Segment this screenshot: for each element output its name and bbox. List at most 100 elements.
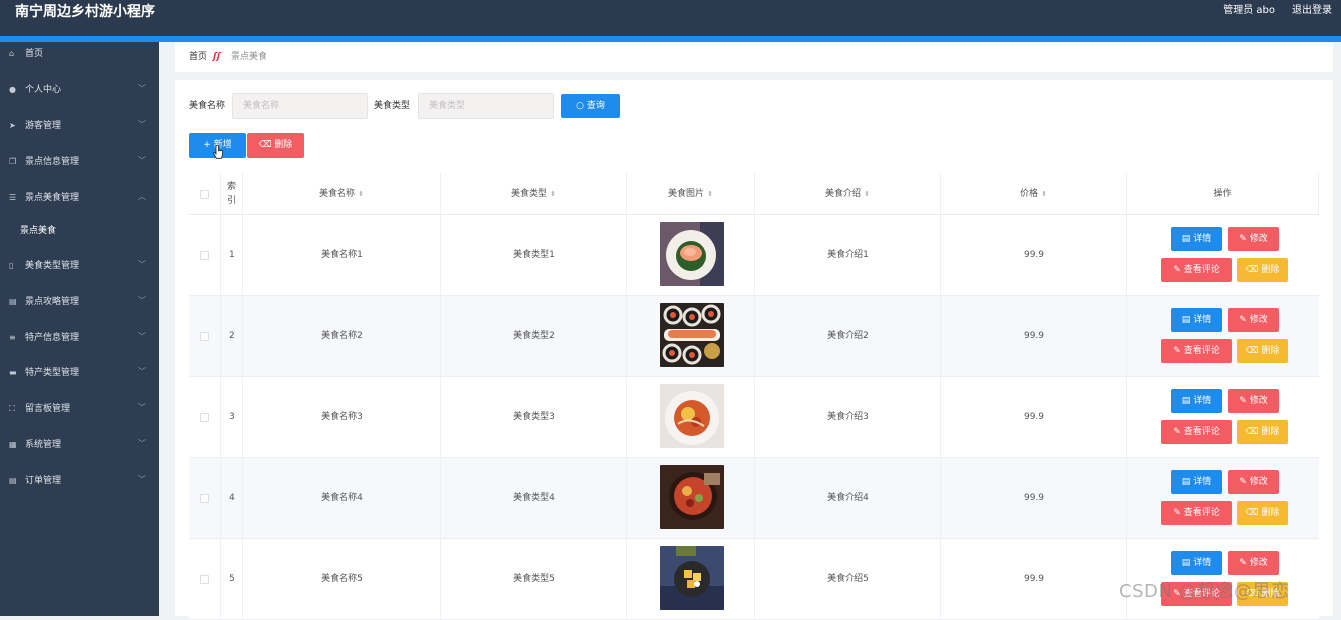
food-image[interactable] [660,546,724,610]
pencil-icon: ✎ [1239,477,1247,487]
food-image[interactable] [660,465,724,529]
price-cell: 99.9 [1023,250,1045,260]
table-row: 1 美食名称1 美食类型1 美食介绍1 99.9 ▤ 详情 ✎ 修改 ✎ 查看评论 ⌫ 删除 [189,215,1319,296]
sidebar-item-11[interactable]: ▤ 订单管理 ﹀ [0,470,159,492]
breadcrumb-home[interactable]: 首页 [189,43,207,72]
delete-button[interactable]: ⌫ 删除 [1237,501,1288,525]
column-food-name[interactable]: 美食名称 ⬍ [243,173,441,215]
chevron-down-icon: ﹀ [138,260,146,269]
list-icon: ≡ [9,333,16,342]
trash-icon: ⌫ [1245,346,1259,356]
column-food-image[interactable]: 美食图片 ⬍ [627,173,755,215]
sidebar-item-label: 留言板管理 [25,404,71,414]
food-type-cell: 美食类型3 [513,412,555,422]
detail-button[interactable]: ▤ 详情 [1171,308,1222,332]
batch-delete-button[interactable]: ⌫ 删除 [247,133,304,158]
pencil-icon: ✎ [1239,315,1247,325]
sidebar-item-1[interactable]: ● 个人中心 ﹀ [0,79,159,101]
sidebar-item-2[interactable]: ➤ 游客管理 ﹀ [0,115,159,137]
sidebar-item-0[interactable]: ⌂ 首页 [0,43,159,65]
view-comments-button-label: 查看评论 [1183,508,1220,518]
sidebar-item-6[interactable]: ▤ 景点攻略管理 ﹀ [0,291,159,313]
food-intro-cell: 美食介绍5 [827,574,869,584]
food-image[interactable] [660,222,724,286]
detail-button[interactable]: ▤ 详情 [1171,227,1222,251]
row-checkbox[interactable] [200,494,209,503]
sidebar-item-4[interactable]: ☰ 景点美食管理 ︿ [0,187,159,209]
row-checkbox[interactable] [200,251,209,260]
sidebar-item-5[interactable]: ▯ 美食类型管理 ﹀ [0,255,159,277]
row-checkbox[interactable] [200,413,209,422]
chevron-down-icon: ﹀ [138,367,146,376]
trash-icon: ⌫ [258,140,272,150]
view-comments-button[interactable]: ✎ 查看评论 [1161,501,1232,525]
row-checkbox[interactable] [200,575,209,584]
plus-icon: + [203,140,211,150]
detail-button[interactable]: ▤ 详情 [1171,470,1222,494]
detail-button-label: 详情 [1193,396,1212,406]
edit-button[interactable]: ✎ 修改 [1228,389,1279,413]
view-comments-button-label: 查看评论 [1183,427,1220,437]
breadcrumb: 首页 ʃʃ 景点美食 [175,43,1333,72]
chevron-down-icon: ﹀ [138,120,146,129]
edit-button[interactable]: ✎ 修改 [1228,551,1279,575]
delete-button[interactable]: ⌫ 删除 [1237,258,1288,282]
select-all-checkbox[interactable] [200,190,209,199]
delete-button-label: 删除 [1261,427,1280,437]
food-name-cell: 美食名称4 [321,493,363,503]
chevron-down-icon: ﹀ [138,84,146,93]
delete-button[interactable]: ⌫ 删除 [1237,420,1288,444]
column-price[interactable]: 价格 ⬍ [941,173,1127,215]
sidebar-item-label: 系统管理 [25,440,62,450]
detail-button[interactable]: ▤ 详情 [1171,551,1222,575]
food-type-cell: 美食类型1 [513,250,555,260]
row-checkbox[interactable] [200,332,209,341]
edit-button[interactable]: ✎ 修改 [1228,470,1279,494]
sort-icon: ⬍ [550,190,556,198]
sidebar-item-3[interactable]: ❐ 景点信息管理 ﹀ [0,151,159,173]
chevron-down-icon: ﹀ [138,439,146,448]
edit-button[interactable]: ✎ 修改 [1228,308,1279,332]
column-food-type[interactable]: 美食类型 ⬍ [441,173,627,215]
logout-link[interactable]: 退出登录 [1292,4,1332,18]
view-comments-button[interactable]: ✎ 查看评论 [1161,339,1232,363]
edit-button-label: 修改 [1249,477,1268,487]
sidebar-item-10[interactable]: ▦ 系统管理 ﹀ [0,434,159,456]
delete-button[interactable]: ⌫ 删除 [1237,339,1288,363]
food-name-label: 美食名称 [189,101,226,111]
detail-button-label: 详情 [1193,477,1212,487]
sort-icon: ⬍ [1041,190,1047,198]
delete-button-label: 删除 [1261,508,1280,518]
chevron-down-icon: ﹀ [138,296,146,305]
price-cell: 99.9 [1023,493,1045,503]
sidebar-item-9[interactable]: ⛶ 留言板管理 ﹀ [0,398,159,420]
sidebar-item-7[interactable]: ≡ 特产信息管理 ﹀ [0,327,159,349]
sidebar-item-label: 美食类型管理 [25,261,80,271]
sidebar-subitem-label: 景点美食 [20,226,57,236]
food-intro-cell: 美食介绍4 [827,493,869,503]
food-image[interactable] [660,384,724,448]
pencil-icon: ✎ [1173,346,1181,356]
column-food-intro[interactable]: 美食介绍 ⬍ [755,173,941,215]
edit-button[interactable]: ✎ 修改 [1228,227,1279,251]
sidebar-item-8[interactable]: ▬ 特产类型管理 ﹀ [0,362,159,384]
breadcrumb-separator-icon: ʃʃ [213,52,221,62]
detail-button-label: 详情 [1193,315,1212,325]
view-comments-button[interactable]: ✎ 查看评论 [1161,258,1232,282]
trash-icon: ⌫ [1245,508,1259,518]
food-image[interactable] [660,303,724,367]
delete-button-label: 删除 [1261,346,1280,356]
edit-button-label: 修改 [1249,315,1268,325]
detail-button[interactable]: ▤ 详情 [1171,389,1222,413]
food-type-input[interactable]: 美食类型 [418,93,554,119]
chevron-down-icon: ﹀ [138,332,146,341]
admin-user-label: 管理员 abo [1223,5,1275,16]
view-comments-button[interactable]: ✎ 查看评论 [1161,420,1232,444]
document-icon: ▤ [1181,396,1191,406]
query-button[interactable]: ○ 查询 [561,94,620,118]
app-title: 南宁周边乡村游小程序 [15,4,155,20]
food-name-input[interactable]: 美食名称 [232,93,368,119]
sidebar-subitem-food[interactable]: 景点美食 [0,220,159,242]
column-index: 索引 [221,173,243,215]
copy-icon: ❐ [9,157,17,166]
